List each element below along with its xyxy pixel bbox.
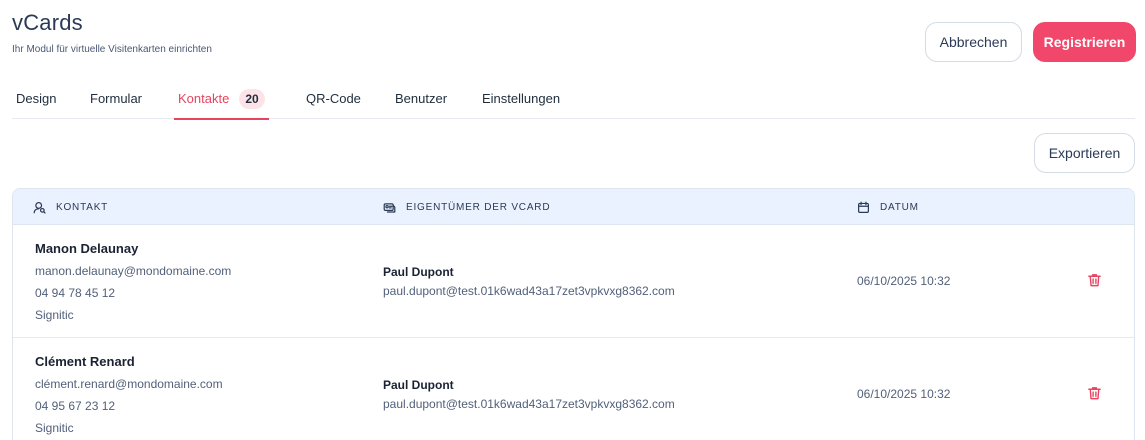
tab-label: Einstellungen [482, 91, 561, 106]
owner-name: Paul Dupont [383, 265, 454, 279]
tab-benutzer[interactable]: Benutzer [395, 78, 447, 119]
user-search-icon [33, 201, 46, 214]
contact-cell: Manon Delaunay manon.delaunay@mondomaine… [35, 241, 231, 322]
contact-phone: 04 95 67 23 12 [35, 399, 116, 413]
owner-email: paul.dupont@test.01k6wad43a17zet3vpkvxg8… [383, 284, 675, 298]
column-header-date[interactable]: DATUM [857, 189, 919, 225]
contact-phone: 04 94 78 45 12 [35, 286, 116, 300]
tab-einstellungen[interactable]: Einstellungen [482, 78, 560, 119]
date-cell: 06/10/2025 10:32 [857, 274, 951, 288]
calendar-icon [858, 201, 869, 213]
owner-cell: Paul Dupont paul.dupont@test.01k6wad43a1… [383, 265, 675, 298]
owner-cell: Paul Dupont paul.dupont@test.01k6wad43a1… [383, 378, 675, 411]
trash-icon [1088, 387, 1101, 400]
page-header: vCards Ihr Modul für virtuelle Visitenka… [12, 10, 212, 55]
contact-cell: Clément Renard clément.renard@mondomaine… [35, 354, 223, 435]
contact-company: Signitic [35, 421, 74, 435]
cancel-button[interactable]: Abbrechen [925, 22, 1022, 62]
contact-company: Signitic [35, 308, 74, 322]
column-header-owner[interactable]: EIGENTÜMER DER VCARD [383, 189, 550, 225]
count-badge: 20 [239, 88, 265, 109]
contact-name: Manon Delaunay [35, 241, 139, 256]
contact-email: clément.renard@mondomaine.com [35, 377, 223, 391]
export-button[interactable]: Exportieren [1034, 133, 1135, 173]
tab-bar: Design Formular Kontakte 20 QR-Code Benu… [12, 78, 1135, 120]
owner-name: Paul Dupont [383, 378, 454, 392]
table-row[interactable]: Manon Delaunay manon.delaunay@mondomaine… [13, 225, 1134, 338]
id-card-icon [383, 202, 396, 213]
register-button[interactable]: Registrieren [1033, 22, 1136, 62]
tab-label: Benutzer [395, 91, 448, 106]
contacts-table: KONTAKT EIGENTÜMER DER VCARD DATUM Manon… [12, 188, 1135, 440]
delete-button[interactable] [1087, 385, 1102, 406]
delete-button[interactable] [1087, 272, 1102, 293]
date-cell: 06/10/2025 10:32 [857, 387, 951, 401]
trash-icon [1088, 274, 1101, 287]
table-row[interactable]: Clément Renard clément.renard@mondomaine… [13, 338, 1134, 440]
table-header: KONTAKT EIGENTÜMER DER VCARD DATUM [13, 189, 1134, 225]
contact-name: Clément Renard [35, 354, 135, 369]
tab-label: Kontakte [178, 91, 230, 106]
tab-kontakte[interactable]: Kontakte 20 [174, 78, 269, 120]
column-label: DATUM [880, 201, 919, 213]
page-subtitle: Ihr Modul für virtuelle Visitenkarten ei… [12, 44, 212, 55]
tab-formular[interactable]: Formular [90, 78, 142, 119]
tab-label: QR-Code [306, 91, 361, 106]
tab-qr-code[interactable]: QR-Code [306, 78, 361, 119]
contact-email: manon.delaunay@mondomaine.com [35, 264, 232, 278]
tab-design[interactable]: Design [16, 78, 56, 119]
tab-label: Design [16, 91, 57, 106]
column-header-contact[interactable]: KONTAKT [33, 189, 108, 225]
page-title: vCards [12, 10, 83, 35]
column-label: EIGENTÜMER DER VCARD [406, 201, 551, 213]
column-label: KONTAKT [56, 201, 109, 213]
owner-email: paul.dupont@test.01k6wad43a17zet3vpkvxg8… [383, 397, 675, 411]
tab-label: Formular [90, 91, 143, 106]
